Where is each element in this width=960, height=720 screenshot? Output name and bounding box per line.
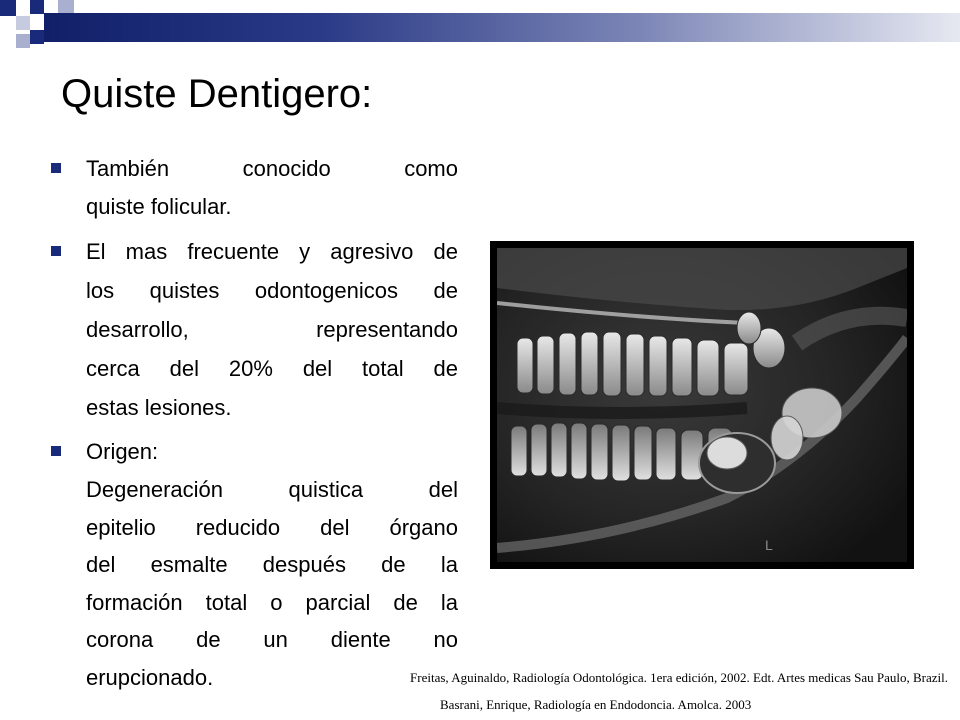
paragraph-line: formación total o parcial de la [86, 589, 458, 615]
paragraph-line: corona de un diente no [86, 627, 458, 652]
bullet-line: Origen: [86, 439, 159, 464]
paragraph-line: erupcionado. [86, 664, 214, 690]
bullet-line: cerca del 20% del total de [86, 356, 458, 381]
header-bar [44, 13, 960, 42]
header-square [58, 0, 74, 14]
bullet-line: los quistes odontogenicos de [86, 278, 458, 303]
bullet-item: Origen: [48, 433, 458, 471]
header-square [30, 0, 44, 14]
bullet-list: También conocido como quiste folicular. … [48, 150, 458, 696]
bullet-line: desarrollo, representando [86, 317, 458, 342]
reference-citation: Freitas, Aguinaldo, Radiología Odontológ… [410, 670, 948, 685]
dental-xray-image: L [490, 241, 914, 569]
bullet-line: estas lesiones. [86, 395, 232, 420]
header-square [0, 0, 16, 16]
header-square [30, 30, 44, 44]
header-square [16, 16, 30, 30]
svg-text:L: L [765, 537, 773, 553]
paragraph-line: del esmalte después de la [86, 552, 458, 577]
bullet-line: El mas frecuente y agresivo de [86, 239, 458, 264]
paragraph-line: epitelio reducido del órgano [86, 514, 458, 540]
bullet-item: También conocido como quiste folicular. [48, 150, 458, 226]
origin-paragraph: Degeneración quistica del epitelio reduc… [48, 471, 458, 696]
bullet-item: El mas frecuente y agresivo de los quist… [48, 232, 458, 427]
bullet-line: También conocido como [86, 156, 458, 181]
header-square [16, 34, 30, 48]
paragraph-line: Degeneración quistica del [86, 477, 458, 502]
bullet-line: quiste folicular. [86, 194, 232, 219]
slide-title: Quiste Dentigero: [61, 72, 373, 116]
reference-citation: Basrani, Enrique, Radiología en Endodonc… [440, 697, 752, 712]
